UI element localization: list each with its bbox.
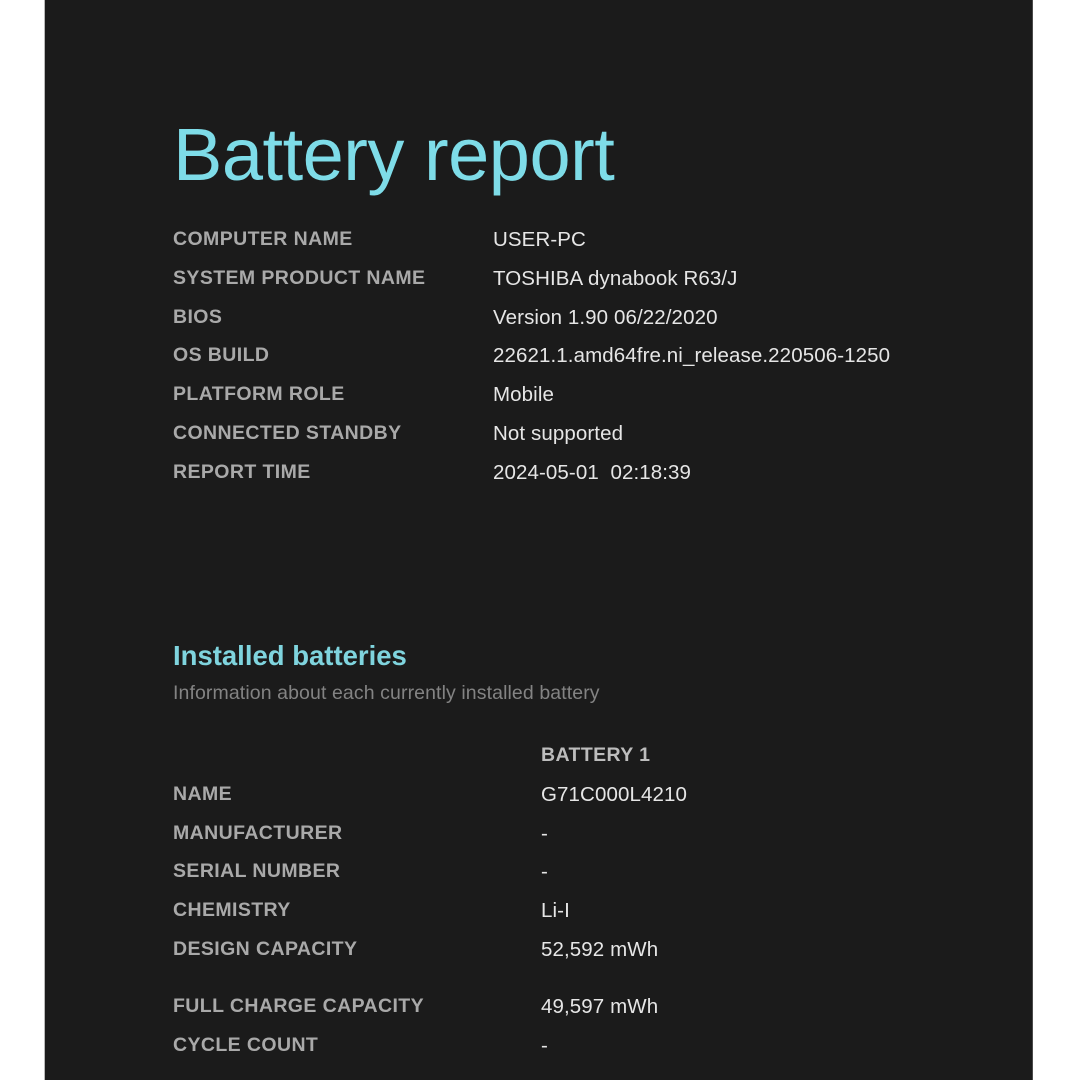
table-row: BIOS Version 1.90 06/22/2020 bbox=[173, 306, 1013, 345]
battery-label-full-charge-capacity: FULL CHARGE CAPACITY bbox=[173, 994, 425, 1017]
battery-label-cycle-count: CYCLE COUNT bbox=[173, 1033, 319, 1056]
table-row: CYCLE COUNT - bbox=[173, 1034, 1013, 1073]
battery-value-design-capacity: 52,592 mWh bbox=[541, 937, 659, 961]
table-row: PLATFORM ROLE Mobile bbox=[173, 383, 1013, 422]
system-info-value-computer-name: USER-PC bbox=[493, 228, 586, 251]
battery-value-full-charge-capacity: 49,597 mWh bbox=[541, 994, 659, 1018]
system-info-value-system-product-name: TOSHIBA dynabook R63/J bbox=[493, 266, 738, 290]
battery-label-design-capacity: DESIGN CAPACITY bbox=[173, 937, 358, 960]
system-info-label-connected-standby: CONNECTED STANDBY bbox=[173, 421, 402, 444]
table-row: COMPUTER NAME USER-PC bbox=[173, 228, 1013, 267]
table-row: SERIAL NUMBER - bbox=[173, 860, 1013, 899]
system-info-label-bios: BIOS bbox=[173, 305, 223, 328]
system-info-label-report-time: REPORT TIME bbox=[173, 460, 311, 483]
page-title: Battery report bbox=[173, 112, 615, 196]
battery-value-manufacturer: - bbox=[541, 821, 548, 845]
table-row: FULL CHARGE CAPACITY 49,597 mWh bbox=[173, 995, 1013, 1034]
system-info-value-report-time: 2024-05-01 02:18:39 bbox=[493, 460, 692, 484]
system-info-label-system-product-name: SYSTEM PRODUCT NAME bbox=[173, 266, 426, 289]
system-info-value-os-build: 22621.1.amd64fre.ni_release.220506-1250 bbox=[493, 344, 891, 368]
system-info-value-connected-standby: Not supported bbox=[493, 421, 624, 445]
battery-column-header: BATTERY 1 bbox=[541, 744, 651, 766]
system-info-label-os-build: OS BUILD bbox=[173, 344, 270, 367]
table-row: REPORT TIME 2024-05-01 02:18:39 bbox=[173, 461, 1013, 500]
battery-label-serial-number: SERIAL NUMBER bbox=[173, 860, 341, 883]
battery-value-name: G71C000L4210 bbox=[541, 782, 687, 806]
system-info-label-computer-name: COMPUTER NAME bbox=[173, 228, 353, 250]
table-row: MANUFACTURER - bbox=[173, 822, 1013, 861]
table-row: DESIGN CAPACITY 52,592 mWh bbox=[173, 938, 1013, 977]
system-info-value-bios: Version 1.90 06/22/2020 bbox=[493, 305, 718, 329]
section-subheading: Information about each currently install… bbox=[173, 681, 600, 704]
table-header-row: BATTERY 1 bbox=[173, 744, 1013, 783]
system-info-table: COMPUTER NAME USER-PC SYSTEM PRODUCT NAM… bbox=[173, 228, 1013, 500]
battery-report-page: Battery report COMPUTER NAME USER-PC SYS… bbox=[0, 0, 1080, 1080]
system-info-label-platform-role: PLATFORM ROLE bbox=[173, 383, 345, 406]
table-row: CHEMISTRY Li-I bbox=[173, 899, 1013, 938]
battery-value-serial-number: - bbox=[541, 860, 548, 884]
table-row: SYSTEM PRODUCT NAME TOSHIBA dynabook R63… bbox=[173, 267, 1013, 306]
report-surface: Battery report COMPUTER NAME USER-PC SYS… bbox=[45, 0, 1032, 1080]
installed-batteries-section: Installed batteries Information about ea… bbox=[173, 640, 1013, 705]
battery-value-chemistry: Li-I bbox=[541, 899, 570, 923]
section-heading: Installed batteries bbox=[173, 640, 407, 671]
installed-batteries-table: BATTERY 1 NAME G71C000L4210 MANUFACTURER… bbox=[173, 744, 1013, 1072]
system-info-value-platform-role: Mobile bbox=[493, 383, 554, 407]
battery-label-name: NAME bbox=[173, 782, 233, 805]
battery-label-chemistry: CHEMISTRY bbox=[173, 899, 291, 922]
battery-label-manufacturer: MANUFACTURER bbox=[173, 821, 343, 844]
table-row: NAME G71C000L4210 bbox=[173, 783, 1013, 822]
battery-value-cycle-count: - bbox=[541, 1033, 548, 1057]
table-row: CONNECTED STANDBY Not supported bbox=[173, 422, 1013, 461]
table-row: OS BUILD 22621.1.amd64fre.ni_release.220… bbox=[173, 344, 1013, 383]
